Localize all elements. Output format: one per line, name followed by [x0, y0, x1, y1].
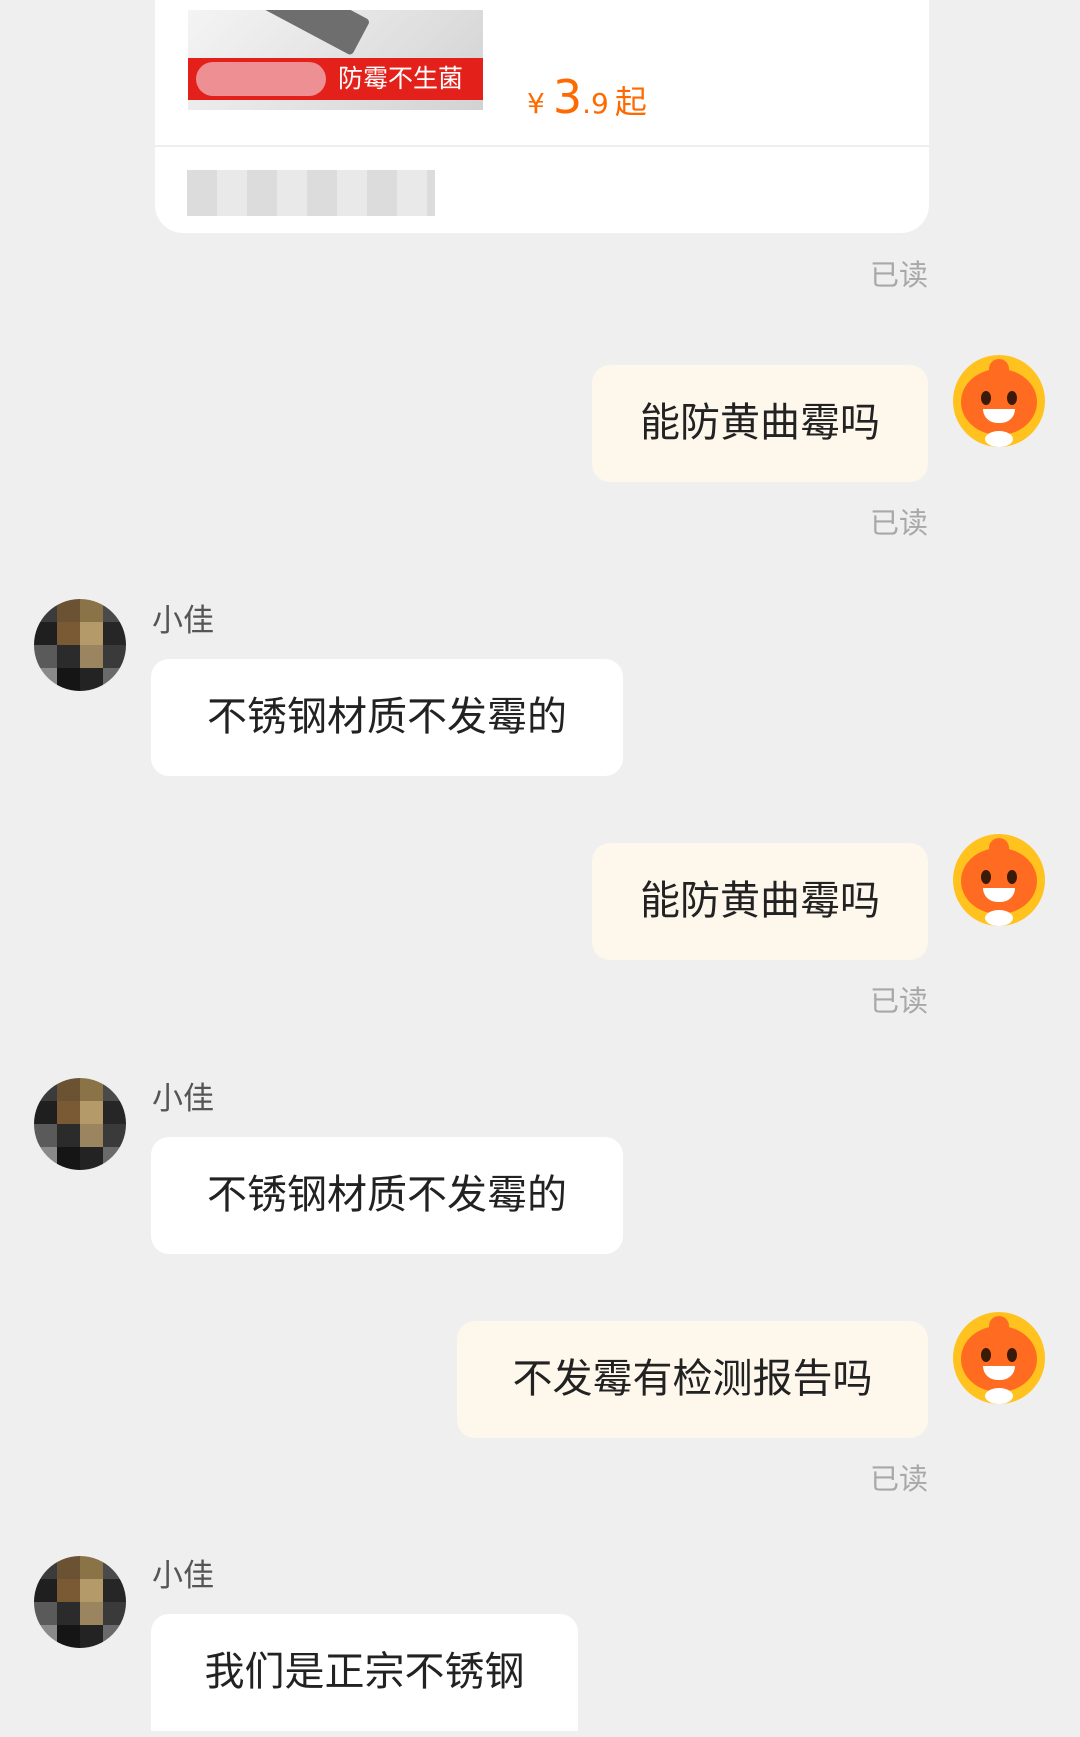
incoming-message-bubble[interactable]: 我们是正宗不锈钢 [151, 1614, 578, 1731]
chat-window: 防霉不生菌 ¥3.9 起 已读 能防黄曲霉吗 已读 小佳 不锈钢材质不发霉的 能防… [0, 0, 1080, 1737]
read-receipt: 已读 [869, 506, 928, 540]
product-thumbnail[interactable]: 防霉不生菌 [188, 10, 483, 110]
product-price: ¥3.9 起 [527, 70, 647, 124]
price-decimal: .9 [582, 87, 609, 120]
product-card[interactable]: 防霉不生菌 ¥3.9 起 [155, 0, 929, 233]
blurred-product-title [187, 170, 435, 216]
read-receipt: 已读 [869, 258, 928, 292]
read-receipt: 已读 [869, 1462, 928, 1496]
outgoing-message-bubble[interactable]: 能防黄曲霉吗 [592, 843, 928, 960]
orange-mascot-icon[interactable] [953, 355, 1045, 447]
product-image-shape [245, 10, 371, 56]
pixelated-avatar-icon[interactable] [34, 1556, 126, 1648]
product-tag-text: 防霉不生菌 [338, 64, 464, 93]
outgoing-message-bubble[interactable]: 能防黄曲霉吗 [592, 365, 928, 482]
sender-name: 小佳 [152, 603, 214, 639]
price-integer: 3 [552, 70, 583, 124]
incoming-message-bubble[interactable]: 不锈钢材质不发霉的 [151, 659, 623, 776]
card-divider [155, 145, 929, 147]
pixelated-avatar-icon[interactable] [34, 1078, 126, 1170]
sender-name: 小佳 [152, 1081, 214, 1117]
sender-name: 小佳 [152, 1558, 214, 1594]
orange-mascot-icon[interactable] [953, 834, 1045, 926]
outgoing-message-bubble[interactable]: 不发霉有检测报告吗 [457, 1321, 928, 1438]
orange-mascot-icon[interactable] [953, 1312, 1045, 1404]
blurred-tag-text [196, 62, 326, 96]
price-symbol: ¥ [527, 87, 545, 120]
incoming-message-bubble[interactable]: 不锈钢材质不发霉的 [151, 1137, 623, 1254]
product-tag: 防霉不生菌 [188, 58, 483, 100]
read-receipt: 已读 [869, 984, 928, 1018]
pixelated-avatar-icon[interactable] [34, 599, 126, 691]
price-suffix: 起 [614, 83, 647, 121]
